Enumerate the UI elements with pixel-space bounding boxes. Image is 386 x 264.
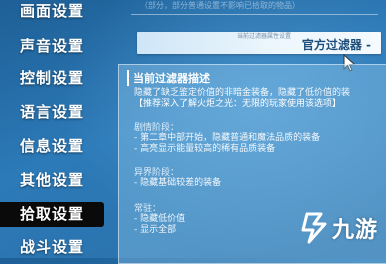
section-line: - 隐藏低价值 [134, 214, 186, 224]
sidebar-item-sound[interactable]: 声音设置 [0, 34, 104, 59]
filter-hint: 当前过滤器属性设置 [237, 33, 292, 40]
section-line: - 第二章中部开始，隐藏普通和魔法品质的装备 [134, 133, 321, 143]
sidebar-item-info[interactable]: 信息设置 [0, 134, 104, 159]
section-title-permanent: 常驻： [134, 204, 162, 214]
sidebar-item-language[interactable]: 语言设置 [0, 100, 104, 125]
section-title-otherworld: 异界阶段： [134, 168, 180, 178]
sidebar-item-combat[interactable]: 战斗设置 [0, 235, 104, 260]
description-line: 【推荐深入了解火炬之光：无限的玩家使用该选项】 [134, 99, 342, 109]
header-note: （部分，部分普通设置不影响已拾取的物品） [140, 1, 300, 10]
sidebar-item-other[interactable]: 其他设置 [0, 168, 104, 193]
sidebar-item-graphics[interactable]: 画面设置 [0, 0, 104, 24]
watermark-glyph-icon [301, 212, 327, 244]
filter-dropdown[interactable]: 当前过滤器属性设置 官方过滤器 - [137, 32, 381, 54]
section-line: - 高亮显示能量较高的稀有品质装备 [134, 144, 276, 154]
section-line: - 显示全部 [134, 225, 177, 235]
description-line: 隐藏了缺乏鉴定价值的非暗金装备，隐藏了低价值的装 [134, 88, 351, 98]
divider-line [131, 14, 378, 15]
section-line: - 隐藏基础较差的装备 [134, 178, 222, 188]
settings-sidebar: 画面设置 声音设置 控制设置 语言设置 信息设置 其他设置 拾取设置 战斗设置 [0, 0, 108, 258]
watermark-text: 九游 [332, 218, 379, 243]
section-title-story: 剧情阶段： [134, 123, 180, 133]
filter-selected-value: 官方过滤器 - [301, 38, 371, 52]
watermark-logo: 九游 [298, 209, 382, 249]
sidebar-item-loot[interactable]: 拾取设置 [0, 202, 104, 227]
sidebar-item-controls[interactable]: 控制设置 [0, 66, 104, 91]
panel-title: 当前过滤器描述 [127, 70, 210, 86]
